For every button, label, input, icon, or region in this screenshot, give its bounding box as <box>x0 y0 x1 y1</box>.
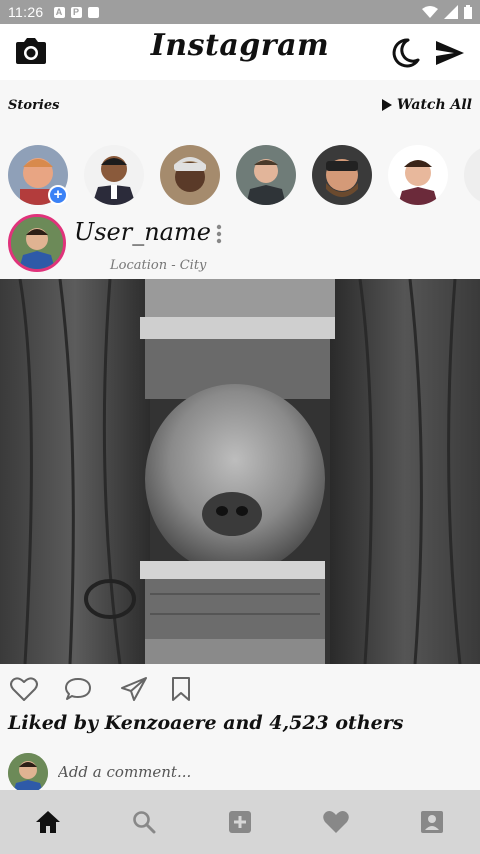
likes-count-text[interactable]: Liked by Kenzoaere and 4,523 others <box>8 712 403 734</box>
stories-header: Stories Watch All <box>0 80 480 130</box>
story-avatar[interactable] <box>388 145 448 205</box>
post-username[interactable]: User_name <box>74 218 211 246</box>
avatar <box>464 145 480 205</box>
watch-all-button[interactable]: Watch All <box>381 97 472 113</box>
nav-activity[interactable] <box>312 798 360 846</box>
avatar <box>236 145 296 205</box>
status-bar: 11:26 A P <box>0 0 480 24</box>
goat-photo <box>0 279 480 664</box>
sd-card-icon <box>87 6 99 18</box>
story-avatar[interactable] <box>160 145 220 205</box>
notification-a-icon: A <box>53 6 65 18</box>
status-time: 11:26 <box>8 4 44 20</box>
nav-add[interactable] <box>216 798 264 846</box>
story-avatar[interactable] <box>312 145 372 205</box>
add-box-icon <box>229 811 251 833</box>
paper-plane-icon[interactable] <box>120 676 148 702</box>
more-options-icon[interactable] <box>216 224 222 244</box>
story-avatar[interactable]: + <box>8 145 68 205</box>
heart-icon <box>323 811 349 833</box>
bookmark-icon[interactable] <box>170 676 192 702</box>
comment-row <box>0 752 480 793</box>
wifi-icon <box>422 6 438 18</box>
story-avatar[interactable] <box>236 145 296 205</box>
avatar-image <box>8 753 48 793</box>
stories-row: + <box>0 145 480 207</box>
avatar <box>312 145 372 205</box>
battery-icon <box>464 5 472 19</box>
post-actions <box>0 672 480 708</box>
post-header: User_name Location - City <box>0 212 480 278</box>
avatar <box>11 217 63 269</box>
post-image[interactable] <box>0 279 480 664</box>
moon-icon[interactable] <box>388 36 422 70</box>
play-icon <box>381 99 392 111</box>
search-icon <box>133 811 156 834</box>
nav-search[interactable] <box>120 798 168 846</box>
heart-outline-icon[interactable] <box>10 676 38 702</box>
avatar <box>84 145 144 205</box>
post-location[interactable]: Location - City <box>110 258 206 273</box>
comment-icon[interactable] <box>64 676 92 702</box>
nav-home[interactable] <box>24 798 72 846</box>
send-icon[interactable] <box>434 38 466 68</box>
stories-label: Stories <box>8 97 60 113</box>
watch-all-label: Watch All <box>396 97 472 113</box>
bottom-navigation <box>0 790 480 854</box>
avatar <box>388 145 448 205</box>
comment-input[interactable] <box>58 758 458 786</box>
home-icon <box>36 811 60 833</box>
notification-p-icon: P <box>70 6 82 18</box>
app-bar: Instagram <box>0 24 480 80</box>
nav-profile[interactable] <box>408 798 456 846</box>
story-avatar[interactable] <box>464 145 480 205</box>
avatar <box>8 753 48 793</box>
signal-icon <box>444 5 458 19</box>
story-avatar[interactable] <box>84 145 144 205</box>
profile-icon <box>421 811 443 833</box>
avatar <box>160 145 220 205</box>
add-story-button[interactable]: + <box>48 185 68 205</box>
post-author-avatar[interactable] <box>8 214 66 272</box>
